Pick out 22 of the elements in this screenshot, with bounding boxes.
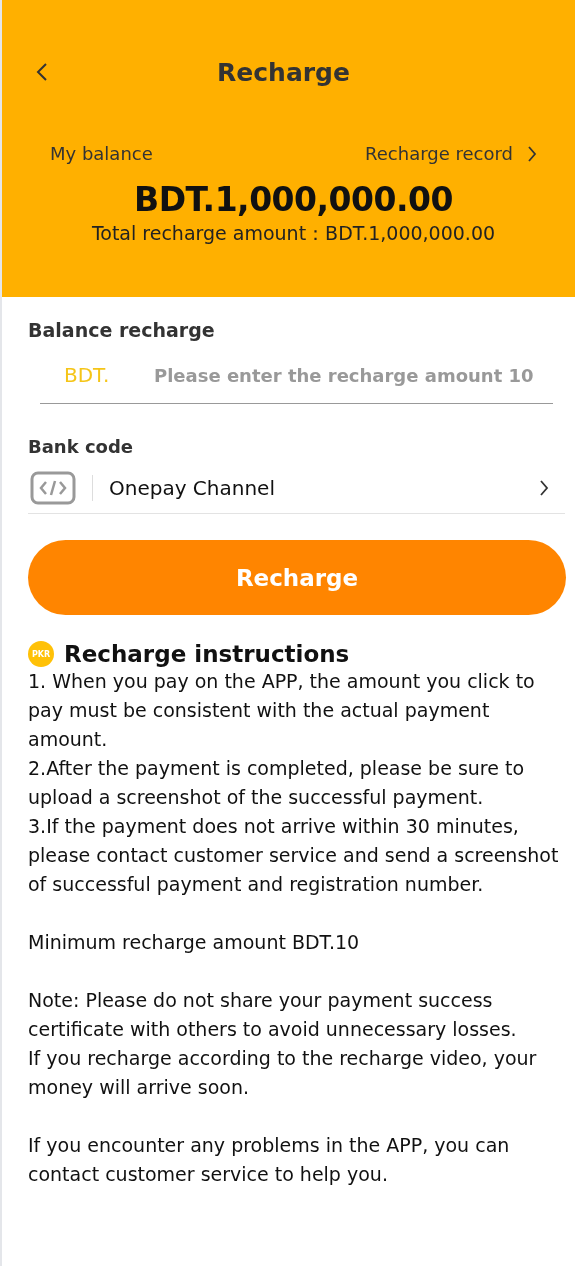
coin-icon: PKR [28,641,54,667]
section-heading: Balance recharge [28,319,216,341]
instructions-title: Recharge instructions [64,641,350,667]
instruction-text: Note: Please do not share your payment success certificate with others to avoid unnecessary losses. [28,988,518,1042]
instruction-text: If you recharge according to the recharge video, your money will arrive soon. [28,1046,538,1100]
instruction-text: 1. When you pay on the APP, the amount you click to pay must be consistent with the actual payment amount. [28,669,536,752]
section-heading: Bank code [28,436,135,457]
amount-field[interactable]: Please enter the recharge amount 10 [154,364,553,386]
instruction-text: 2.After the payment is completed, please be sure to upload a screenshot of the successful payment. [28,756,526,810]
channel-selector[interactable]: Onepay Channel [28,471,565,514]
instruction-text: 3.If the payment does not arrive within 30 minutes, please contact customer service and send a screenshot of successful payment and registration number. [28,814,560,897]
total-recharge-amount: Total recharge amount：BDT.1,000,000.00 [90,221,497,246]
balance-label: My balance [50,143,153,164]
currency-label: BDT. [64,363,111,387]
balance-amount: BDT.1,000,000.00 [133,180,454,219]
chevron-icon [539,479,549,497]
chevron-icon [527,144,537,163]
instruction-text: Minimum recharge amount BDT.10 [28,930,361,955]
page-title: Recharge [217,58,350,87]
instruction-text: If you encounter any problems in the APP, you can contact customer service to help you. [28,1133,511,1187]
code-icon [30,471,76,505]
recharge-record-link[interactable]: Recharge record [365,143,537,164]
